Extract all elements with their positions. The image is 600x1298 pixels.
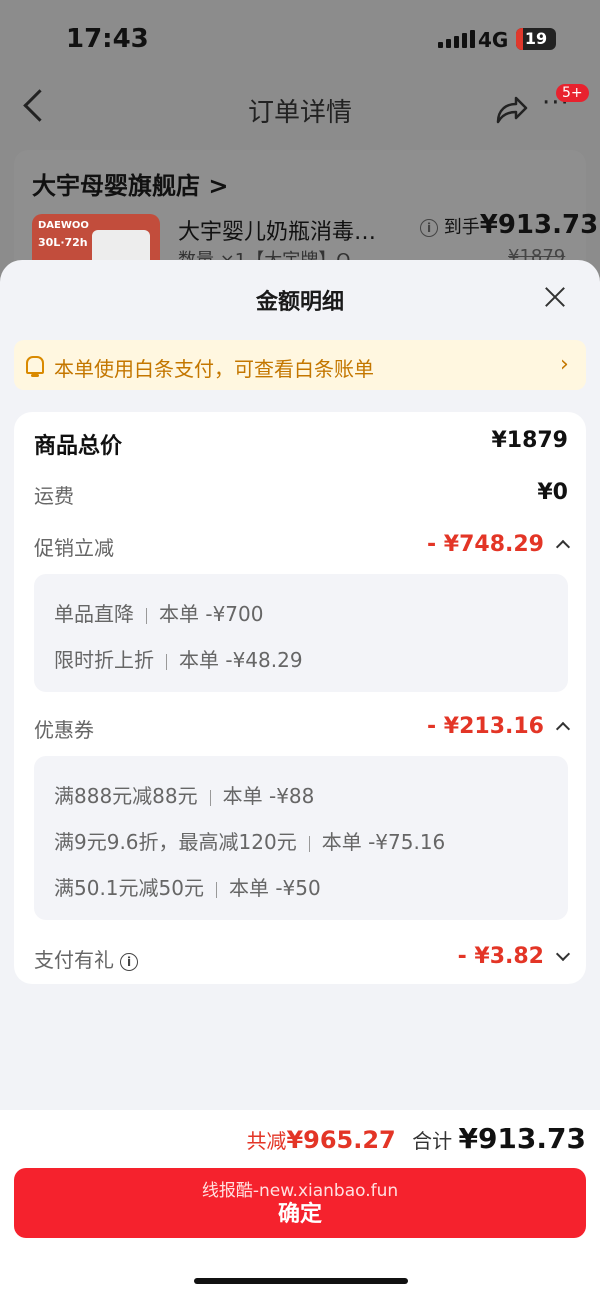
sheet-title: 金额明细	[255, 290, 344, 315]
clock: 17:43	[66, 24, 149, 54]
chevron-up-icon	[555, 539, 571, 555]
network-type: 4G	[478, 28, 509, 52]
product-final-price: i 到手¥913.73	[414, 210, 598, 240]
amount-card: 商品总价 ¥1879 运费 ¥0 促销立减 - ¥748.29 单品直降本单 -…	[14, 412, 586, 984]
battery-icon: 19	[516, 28, 556, 50]
nav-bar: 订单详情 ··· 5+	[0, 80, 600, 144]
coupon-detail-box: 满888元减88元 本单 -¥88 满9元9.6折，最高减120元 本单 -¥75.…	[34, 756, 568, 920]
info-icon[interactable]: i	[420, 219, 438, 237]
baitiao-notice[interactable]: 本单使用白条支付，可查看白条账单 ›	[14, 340, 586, 390]
promo-value: - ¥748.29	[427, 532, 571, 557]
battery-level: 19	[524, 29, 548, 48]
promo-item-detail: 本单 -¥700	[159, 602, 264, 626]
totals-summary: 共减¥965.27 合计 ¥913.73	[246, 1122, 586, 1155]
promo-item-name: 限时折上折	[54, 648, 154, 672]
promo-item-name: 单品直降	[54, 602, 134, 626]
coupon-amount: - ¥213.16	[427, 714, 544, 739]
thumb-spec: 30L·72h	[38, 236, 88, 249]
sum-value-text: ¥913.73	[458, 1122, 586, 1155]
coupon-item-name: 满50.1元减50元	[54, 876, 204, 900]
list-item: 满888元减88元 本单 -¥88	[54, 780, 314, 809]
product-title: 大宇婴儿奶瓶消毒…	[178, 220, 377, 245]
signal-icon	[438, 30, 475, 48]
coupon-item-name: 满888元减88元	[54, 784, 198, 808]
list-item: 单品直降 本单 -¥700	[54, 598, 263, 627]
chevron-down-icon	[555, 946, 571, 962]
saved-value: ¥965.27	[286, 1126, 396, 1154]
coupon-item-name: 满9元9.6折，最高减120元	[54, 830, 297, 854]
coupon-item-detail: 本单 -¥50	[228, 876, 321, 900]
sum-label: 合计	[412, 1129, 453, 1153]
list-item: 满9元9.6折，最高减120元 本单 -¥75.16	[54, 826, 445, 855]
coupon-item-detail: 本单 -¥88	[222, 784, 315, 808]
saved-label: 共减	[246, 1129, 287, 1153]
chevron-up-icon	[555, 721, 571, 737]
promo-detail-box: 单品直降 本单 -¥700 限时折上折 本单 -¥48.29	[34, 574, 568, 692]
notice-text: 本单使用白条支付，可查看白条账单	[54, 357, 374, 381]
list-item: 满50.1元减50元 本单 -¥50	[54, 872, 321, 901]
home-indicator[interactable]	[194, 1278, 408, 1284]
confirm-label: 确定	[277, 1202, 322, 1227]
coupon-item-detail: 本单 -¥75.16	[321, 830, 446, 854]
pay-gift-text: 支付有礼	[34, 948, 114, 972]
confirm-button[interactable]: 线报酷-new.xianbao.fun 确定	[14, 1168, 586, 1238]
total-label: 商品总价	[34, 434, 123, 459]
message-badge: 5+	[556, 84, 589, 102]
status-bar: 17:43 4G 19	[0, 0, 600, 80]
close-icon[interactable]	[542, 284, 568, 310]
list-item: 限时折上折 本单 -¥48.29	[54, 644, 303, 673]
promo-amount: - ¥748.29	[427, 532, 544, 557]
share-icon[interactable]	[490, 90, 530, 130]
price-value: ¥913.73	[479, 210, 599, 240]
sum-value: ¥913.73	[458, 1122, 586, 1155]
bottom-bar: 共减¥965.27 合计 ¥913.73 线报酷-new.xianbao.fun…	[0, 1110, 600, 1298]
coupon-label: 优惠券	[34, 718, 94, 742]
promo-label: 促销立减	[34, 536, 114, 560]
shipping-value: ¥0	[537, 480, 568, 505]
pay-gift-amount: - ¥3.82	[457, 944, 544, 969]
chevron-right-icon: ›	[560, 352, 569, 377]
bell-icon	[26, 356, 44, 377]
coupon-value: - ¥213.16	[427, 714, 571, 739]
thumb-brand: DAEWOO	[38, 220, 89, 231]
store-name[interactable]: 大宇母婴旗舰店 >	[32, 166, 228, 201]
info-icon[interactable]: i	[120, 952, 138, 971]
pay-gift-value: - ¥3.82	[457, 944, 571, 969]
price-prefix: 到手	[443, 217, 480, 238]
shipping-label: 运费	[34, 484, 74, 508]
saved-amount: 共减¥965.27	[246, 1126, 396, 1154]
pay-gift-label: 支付有礼 i	[34, 944, 138, 973]
total-value: ¥1879	[491, 428, 568, 453]
promo-item-detail: 本单 -¥48.29	[179, 648, 303, 672]
